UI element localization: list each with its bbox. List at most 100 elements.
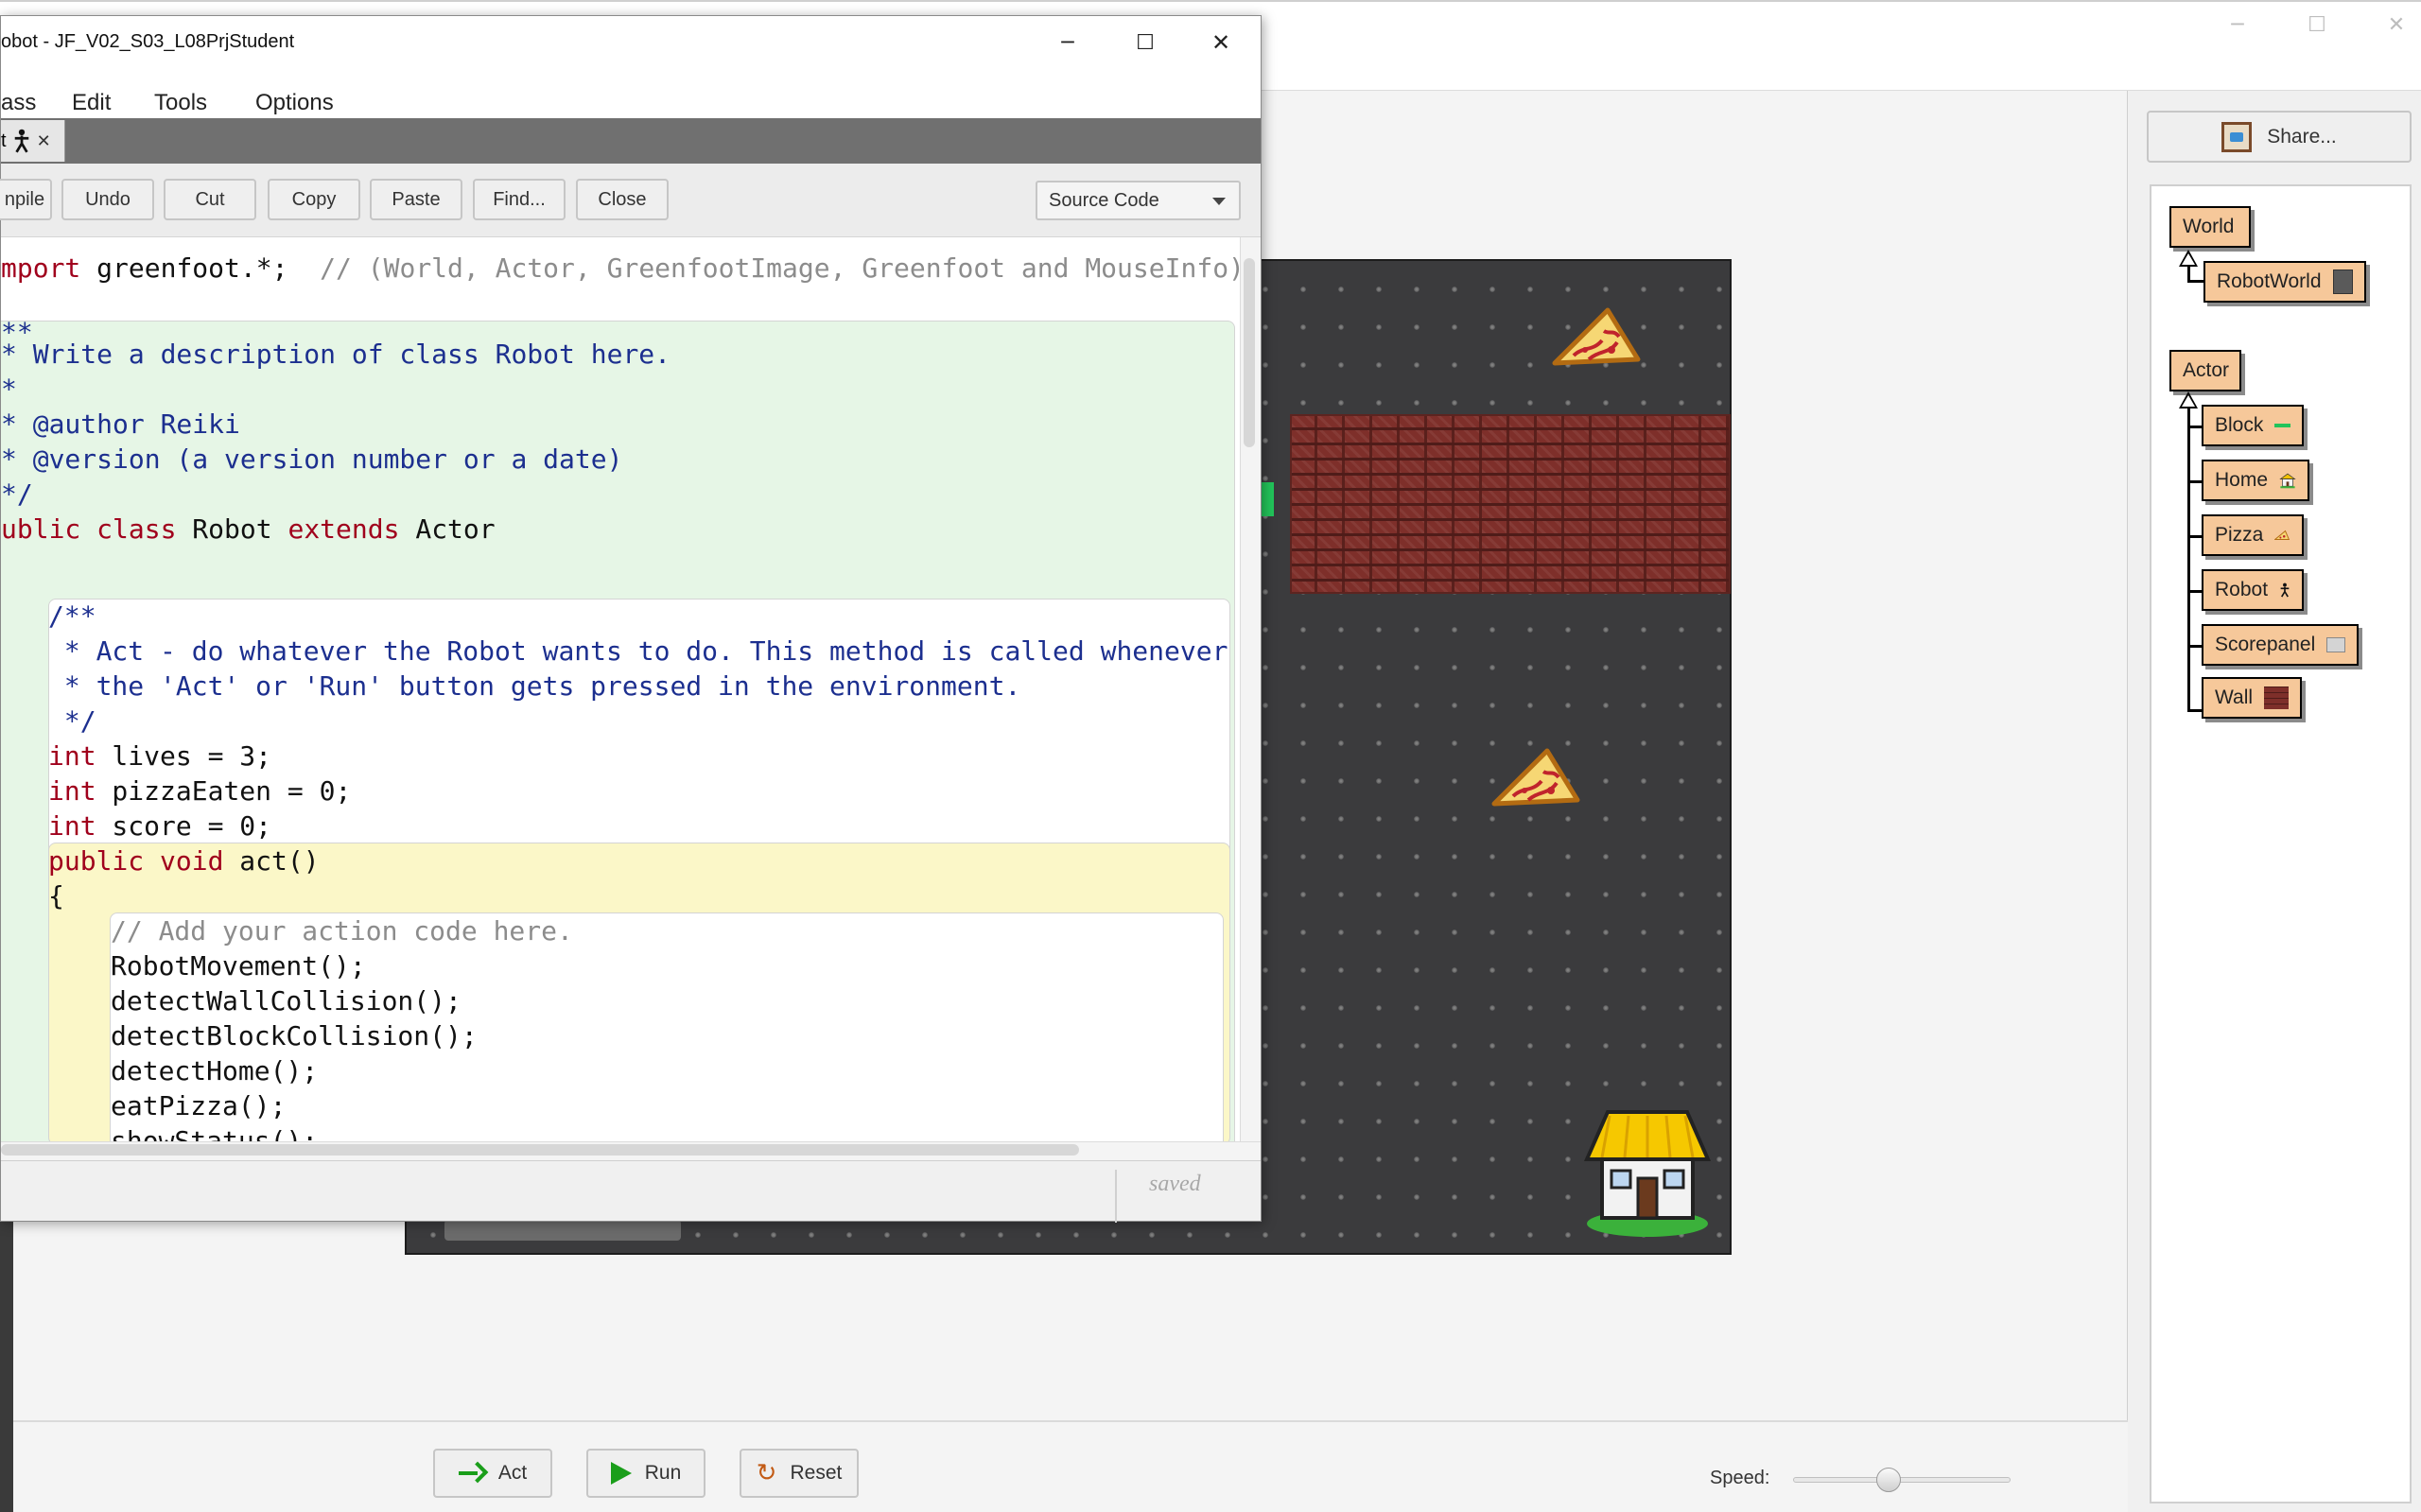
reset-button[interactable]: ↻ Reset	[740, 1449, 859, 1498]
code-line: int pizzaEaten = 0;	[48, 775, 352, 807]
share-label: Share...	[2267, 125, 2337, 148]
code-line: RobotMovement();	[111, 950, 366, 982]
tab-robot[interactable]: t ✕	[1, 120, 65, 162]
class-scorepanel[interactable]: Scorepanel	[2202, 624, 2359, 666]
code-line: * Act - do whatever the Robot wants to d…	[48, 635, 1228, 667]
house-icon[interactable]	[1581, 1106, 1714, 1239]
block-thumbnail-icon	[2274, 424, 2290, 427]
class-world[interactable]: World	[2169, 206, 2251, 248]
code-line: detectHome();	[111, 1055, 319, 1086]
code-line: * Write a description of class Robot her…	[1, 339, 671, 370]
class-label: Scorepanel	[2215, 634, 2316, 655]
inheritance-line	[2187, 407, 2190, 711]
run-label: Run	[644, 1462, 682, 1484]
compile-button[interactable]: npile	[0, 179, 52, 220]
editor-title: obot - JF_V02_S03_L08PrjStudent	[1, 31, 295, 52]
editor-tabbar	[1, 118, 1261, 164]
class-robot[interactable]: Robot	[2202, 569, 2304, 611]
class-wall[interactable]: Wall	[2202, 677, 2302, 719]
menu-class[interactable]: ass	[1, 90, 36, 116]
code-editor[interactable]: mport greenfoot.*; // (World, Actor, Gre…	[1, 237, 1240, 1141]
menu-edit[interactable]: Edit	[72, 90, 111, 116]
vertical-scroll-thumb[interactable]	[1244, 258, 1255, 447]
find-button[interactable]: Find...	[473, 179, 566, 220]
save-status: saved	[1149, 1172, 1201, 1196]
code-line: eatPizza();	[111, 1090, 287, 1121]
minimize-icon[interactable]: ─	[1030, 24, 1106, 61]
pizza-slice-icon[interactable]	[1551, 306, 1644, 369]
class-label: Pizza	[2215, 524, 2264, 546]
inheritance-line	[2187, 480, 2203, 483]
scorepanel-thumbnail-icon	[2326, 637, 2345, 652]
speed-slider-knob[interactable]	[1876, 1468, 1902, 1492]
maximize-icon[interactable]: ☐	[2289, 13, 2345, 37]
share-button[interactable]: Share...	[2147, 111, 2412, 163]
editor-statusbar	[1, 1160, 1261, 1221]
editor-window: obot - JF_V02_S03_L08PrjStudent ─ ☐ ✕ as…	[0, 15, 1262, 1223]
code-line: showStatus();	[111, 1125, 319, 1141]
block-actor[interactable]	[1261, 482, 1274, 516]
act-label: Act	[497, 1462, 528, 1484]
close-icon[interactable]: ✕	[1183, 24, 1259, 61]
act-button[interactable]: Act	[433, 1449, 552, 1498]
tab-close-icon[interactable]: ✕	[37, 131, 51, 151]
house-icon	[2279, 473, 2296, 489]
menu-options[interactable]: Options	[255, 90, 334, 116]
inheritance-line	[2187, 590, 2203, 593]
code-line: // Add your action code here.	[111, 915, 573, 947]
code-line: int score = 0;	[48, 810, 272, 842]
close-icon[interactable]: ✕	[2368, 13, 2421, 37]
cut-button[interactable]: Cut	[164, 179, 256, 220]
class-label: Block	[2215, 414, 2264, 436]
code-line: public void act()	[48, 845, 320, 877]
code-line: *	[1, 374, 17, 405]
class-actor[interactable]: Actor	[2169, 350, 2241, 391]
paste-button[interactable]: Paste	[370, 179, 462, 220]
menu-tools[interactable]: Tools	[154, 90, 207, 116]
class-label: Actor	[2183, 359, 2230, 381]
robot-figure-icon	[14, 129, 28, 153]
play-icon	[610, 1462, 632, 1485]
code-line: /**	[48, 600, 96, 632]
class-label: Home	[2215, 469, 2269, 491]
scorepanel-actor[interactable]	[444, 1220, 681, 1241]
pizza-slice-icon[interactable]	[1490, 747, 1583, 809]
undo-button[interactable]: Undo	[61, 179, 154, 220]
run-button[interactable]: Run	[586, 1449, 705, 1498]
class-pizza[interactable]: Pizza	[2202, 514, 2304, 556]
inheritance-line	[2187, 645, 2203, 648]
class-label: World	[2183, 216, 2235, 237]
execution-controls-bar	[13, 1422, 2128, 1512]
class-robotworld[interactable]: RobotWorld	[2203, 261, 2366, 303]
close-button[interactable]: Close	[576, 179, 669, 220]
speed-slider-track[interactable]	[1793, 1477, 2011, 1483]
pizza-slice-icon	[2274, 530, 2290, 540]
copy-button[interactable]: Copy	[268, 179, 360, 220]
step-arrow-icon	[458, 1464, 485, 1483]
class-label: Wall	[2215, 686, 2254, 708]
code-line: */	[48, 705, 96, 737]
code-line: mport greenfoot.*; // (World, Actor, Gre…	[1, 252, 1240, 284]
horizontal-scroll-thumb[interactable]	[1, 1144, 1079, 1156]
editor-titlebar: obot - JF_V02_S03_L08PrjStudent ─ ☐ ✕	[1, 16, 1261, 69]
world-thumbnail-icon	[2332, 269, 2353, 294]
code-line: int lives = 3;	[48, 740, 272, 772]
class-label: RobotWorld	[2217, 270, 2322, 292]
minimize-icon[interactable]: ─	[2209, 13, 2266, 37]
reset-icon: ↻	[756, 1459, 777, 1487]
inheritance-line	[2187, 535, 2203, 538]
inheritance-line	[2187, 709, 2203, 712]
easel-icon	[2221, 121, 2253, 152]
code-line: ublic class Robot extends Actor	[1, 513, 496, 545]
chevron-down-icon	[1212, 198, 1226, 205]
wall-actor[interactable]	[1290, 414, 1731, 594]
divider	[1115, 1170, 1117, 1223]
maximize-icon[interactable]: ☐	[1107, 24, 1183, 61]
class-home[interactable]: Home	[2202, 460, 2309, 501]
code-line: * @author Reiki	[1, 408, 240, 440]
class-block[interactable]: Block	[2202, 405, 2304, 446]
code-line: detectBlockCollision();	[111, 1020, 478, 1051]
class-label: Robot	[2215, 579, 2269, 600]
speed-label: Speed:	[1710, 1468, 1770, 1488]
view-mode-select[interactable]: Source Code	[1036, 181, 1241, 220]
